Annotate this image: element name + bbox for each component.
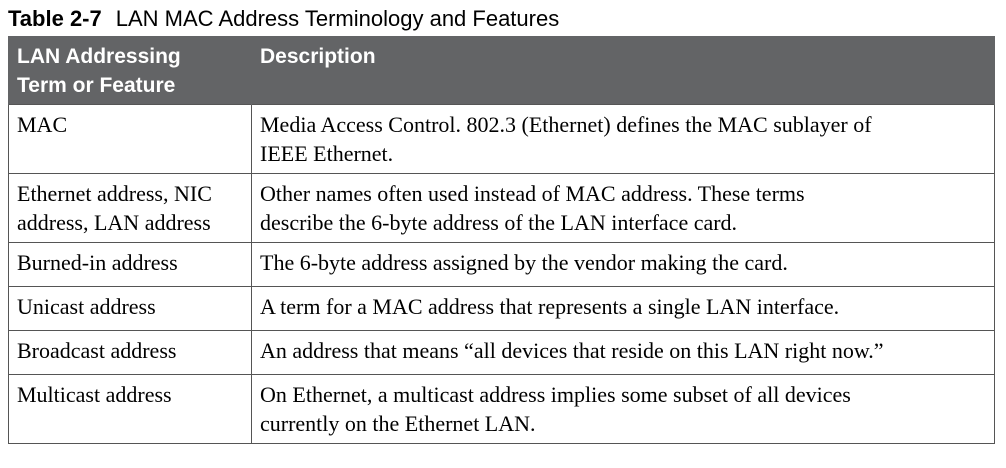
description-line: describe the 6-byte address of the LAN i…	[260, 210, 738, 235]
description-line: IEEE Ethernet.	[260, 141, 394, 166]
term-line: MAC	[17, 112, 68, 137]
term-line: Ethernet address, NIC	[17, 181, 212, 206]
table-row: Multicast address On Ethernet, a multica…	[8, 374, 995, 444]
term-cell: Multicast address	[8, 374, 252, 444]
header-term: LAN Addressing Term or Feature	[8, 36, 252, 105]
term-cell: Ethernet address, NIC address, LAN addres…	[8, 173, 252, 243]
table-row: Broadcast address An address that means …	[8, 330, 995, 375]
description-cell: The 6-byte address assigned by the vendo…	[251, 242, 995, 287]
table-row: Unicast address A term for a MAC address…	[8, 286, 995, 331]
term-line: address, LAN address	[17, 210, 211, 235]
term-cell: Unicast address	[8, 286, 252, 331]
terminology-table: LAN Addressing Term or Feature Descriptio…	[8, 36, 995, 444]
description-line: currently on the Ethernet LAN.	[260, 411, 536, 436]
description-cell: A term for a MAC address that represents…	[251, 286, 995, 331]
term-cell: Broadcast address	[8, 330, 252, 375]
table-title: LAN MAC Address Terminology and Features	[115, 6, 560, 31]
description-line: Media Access Control. 802.3 (Ethernet) d…	[260, 112, 872, 137]
description-line: An address that means “all devices that …	[260, 338, 884, 363]
table-caption: Table 2-7 LAN MAC Address Terminology and…	[8, 4, 559, 34]
term-line: Burned-in address	[17, 250, 178, 275]
header-term-line: LAN Addressing	[17, 45, 181, 68]
table-row: MAC Media Access Control. 802.3 (Etherne…	[8, 104, 995, 174]
table-row: Ethernet address, NIC address, LAN addres…	[8, 173, 995, 243]
description-cell: Media Access Control. 802.3 (Ethernet) d…	[251, 104, 995, 174]
description-cell: On Ethernet, a multicast address implies…	[251, 374, 995, 444]
term-line: Multicast address	[17, 382, 172, 407]
description-line: The 6-byte address assigned by the vendo…	[260, 250, 788, 275]
description-line: A term for a MAC address that represents…	[260, 294, 840, 319]
description-line: On Ethernet, a multicast address implies…	[260, 382, 851, 407]
description-cell: An address that means “all devices that …	[251, 330, 995, 375]
description-cell: Other names often used instead of MAC ad…	[251, 173, 995, 243]
table-number: Table 2-7	[8, 6, 102, 31]
header-term-line: Term or Feature	[17, 74, 176, 97]
header-description-label: Description	[260, 45, 376, 68]
header-row: LAN Addressing Term or Feature Descriptio…	[8, 36, 995, 105]
header-description: Description	[251, 36, 995, 105]
term-cell: MAC	[8, 104, 252, 174]
term-line: Unicast address	[17, 294, 156, 319]
table-row: Burned-in address The 6-byte address ass…	[8, 242, 995, 287]
term-line: Broadcast address	[17, 338, 177, 363]
term-cell: Burned-in address	[8, 242, 252, 287]
description-line: Other names often used instead of MAC ad…	[260, 181, 805, 206]
